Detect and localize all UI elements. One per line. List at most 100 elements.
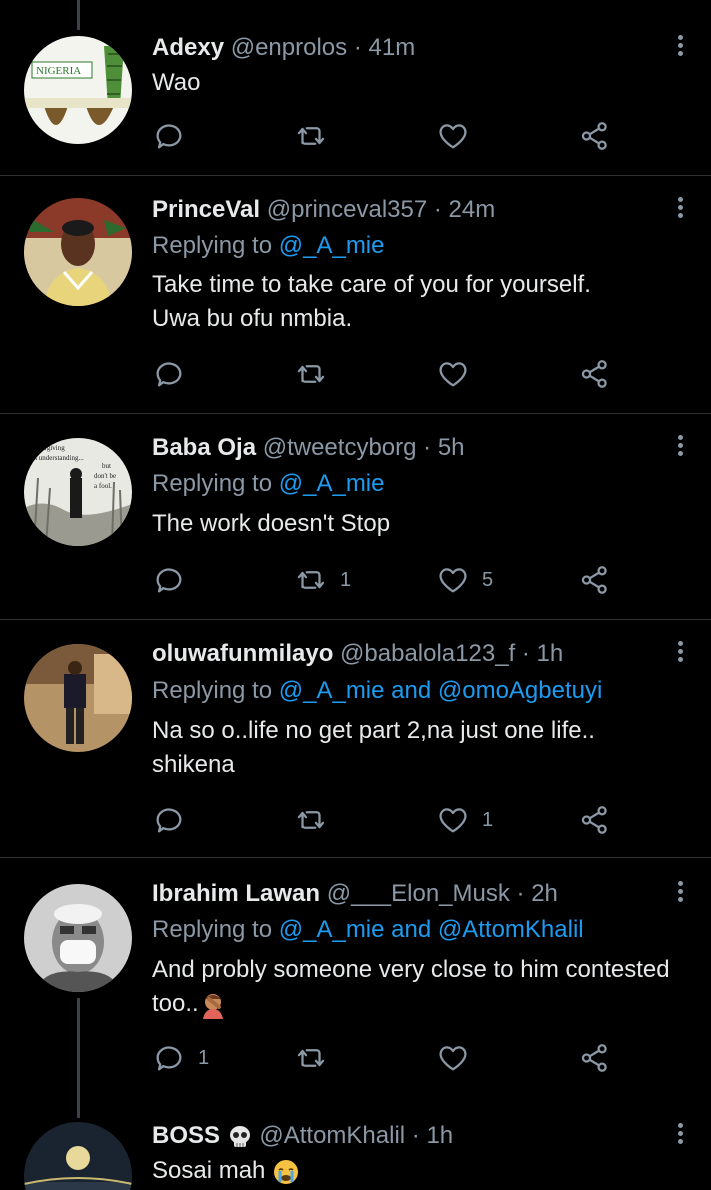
display-name[interactable]: Baba Oja bbox=[152, 434, 256, 461]
display-name[interactable]: PrinceVal bbox=[152, 196, 260, 223]
more-icon[interactable] bbox=[668, 194, 692, 222]
avatar-quote-line: a fool. bbox=[94, 482, 112, 490]
handle[interactable]: @tweetcyborg bbox=[263, 434, 417, 461]
mention-link[interactable]: @_A_mie and @AttomKhalil bbox=[279, 916, 584, 943]
quote-sketch-avatar[interactable]: I'm forgiving I'm understanding... but d… bbox=[24, 438, 132, 546]
mention-link[interactable]: @_A_mie bbox=[279, 232, 385, 259]
separator: · bbox=[353, 34, 362, 61]
separator: · bbox=[433, 196, 442, 223]
display-name[interactable]: Adexy bbox=[152, 34, 224, 61]
nigeria-map-avatar[interactable]: NIGERIA bbox=[24, 36, 132, 144]
tweet-actions bbox=[152, 118, 632, 154]
display-name[interactable]: oluwafunmilayo bbox=[152, 640, 333, 667]
handle[interactable]: @AttomKhalil bbox=[259, 1122, 405, 1149]
timestamp[interactable]: 1h bbox=[537, 640, 564, 667]
separator: · bbox=[423, 434, 432, 461]
reply-icon bbox=[156, 808, 182, 833]
tweet-text-content: Sosai mah bbox=[152, 1157, 266, 1184]
reply-icon bbox=[156, 124, 182, 149]
retweet-button[interactable] bbox=[294, 802, 328, 838]
more-icon[interactable] bbox=[668, 878, 692, 906]
crying-emoji bbox=[274, 1159, 299, 1184]
handle[interactable]: @princeval357 bbox=[267, 196, 427, 223]
share-button[interactable] bbox=[578, 356, 612, 392]
avatar-quote-line: but bbox=[102, 462, 111, 470]
tweet-text: And probly someone very close to him con… bbox=[152, 953, 697, 1021]
reply-icon bbox=[156, 362, 182, 387]
skull-emoji bbox=[229, 1125, 250, 1147]
tweet-header: BOSS @AttomKhalil · 1h bbox=[152, 1122, 453, 1150]
like-icon bbox=[439, 808, 467, 833]
avatar-quote-line: I'm forgiving bbox=[28, 444, 65, 452]
mention-link[interactable]: @_A_mie and @omoAgbetuyi bbox=[279, 677, 603, 704]
timestamp[interactable]: 1h bbox=[426, 1122, 453, 1149]
tweet-actions bbox=[152, 356, 632, 392]
like-button[interactable] bbox=[436, 1040, 470, 1076]
facepalm-emoji bbox=[202, 993, 223, 1019]
replying-to: Replying to @_A_mie bbox=[152, 470, 385, 498]
more-icon[interactable] bbox=[668, 32, 692, 60]
like-button[interactable] bbox=[436, 356, 470, 392]
tweet-ibrahim-lawan[interactable]: Ibrahim Lawan @___Elon_Musk · 2h Replyin… bbox=[0, 858, 711, 1098]
reply-button[interactable] bbox=[152, 356, 186, 392]
timestamp[interactable]: 2h bbox=[531, 880, 558, 907]
more-icon[interactable] bbox=[668, 638, 692, 666]
share-button[interactable] bbox=[578, 118, 612, 154]
share-icon bbox=[581, 1044, 607, 1072]
reply-icon bbox=[156, 1046, 182, 1071]
timestamp[interactable]: 24m bbox=[449, 196, 496, 223]
reply-button[interactable] bbox=[152, 802, 186, 838]
man-portrait-avatar[interactable] bbox=[24, 198, 132, 306]
reply-button[interactable]: 1 bbox=[152, 1040, 209, 1076]
display-name[interactable]: BOSS bbox=[152, 1122, 220, 1149]
retweet-icon bbox=[297, 365, 325, 383]
tweet-adexy[interactable]: NIGERIA Adexy @enprolos · 41m Wao bbox=[0, 14, 711, 176]
display-name[interactable]: Ibrahim Lawan bbox=[152, 880, 320, 907]
tweet-text-content: And probly someone very close to him con… bbox=[152, 956, 670, 1017]
tweet-actions: 1 bbox=[152, 802, 632, 838]
timestamp[interactable]: 5h bbox=[438, 434, 465, 461]
retweet-icon bbox=[297, 571, 325, 589]
retweet-icon bbox=[297, 127, 325, 145]
retweet-icon bbox=[297, 1049, 325, 1067]
replying-prefix: Replying to bbox=[152, 677, 273, 704]
share-button[interactable] bbox=[578, 802, 612, 838]
tweet-header: Baba Oja @tweetcyborg · 5h bbox=[152, 434, 465, 462]
tweet-oluwafunmilayo[interactable]: oluwafunmilayo @babalola123_f · 1h Reply… bbox=[0, 620, 711, 858]
replying-to: Replying to @_A_mie and @AttomKhalil bbox=[152, 916, 584, 944]
retweet-icon bbox=[297, 811, 325, 829]
tweet-princeval[interactable]: PrinceVal @princeval357 · 24m Replying t… bbox=[0, 176, 711, 414]
like-icon bbox=[439, 124, 467, 149]
retweet-button[interactable] bbox=[294, 356, 328, 392]
moon-avatar[interactable] bbox=[24, 1122, 132, 1190]
more-icon[interactable] bbox=[668, 1120, 692, 1148]
share-button[interactable] bbox=[578, 562, 612, 598]
like-icon bbox=[439, 568, 467, 593]
like-button[interactable] bbox=[436, 118, 470, 154]
tweet-text: Sosai mah bbox=[152, 1154, 697, 1188]
reply-count: 1 bbox=[198, 1046, 210, 1069]
tweet-boss[interactable]: BOSS @AttomKhalil · 1h Sosai mah bbox=[0, 1098, 711, 1190]
masked-man-avatar[interactable] bbox=[24, 884, 132, 992]
handle[interactable]: @___Elon_Musk bbox=[327, 880, 510, 907]
share-icon bbox=[581, 122, 607, 150]
reply-button[interactable] bbox=[152, 562, 186, 598]
tweet-header: Ibrahim Lawan @___Elon_Musk · 2h bbox=[152, 880, 558, 908]
like-button[interactable]: 5 bbox=[436, 562, 493, 598]
tweet-baba-oja[interactable]: I'm forgiving I'm understanding... but d… bbox=[0, 414, 711, 620]
retweet-button[interactable]: 1 bbox=[294, 562, 351, 598]
handle[interactable]: @enprolos bbox=[231, 34, 347, 61]
like-button[interactable]: 1 bbox=[436, 802, 493, 838]
retweet-button[interactable] bbox=[294, 1040, 328, 1076]
person-standing-avatar[interactable] bbox=[24, 644, 132, 752]
share-button[interactable] bbox=[578, 1040, 612, 1076]
share-icon bbox=[581, 806, 607, 834]
mention-link[interactable]: @_A_mie bbox=[279, 470, 385, 497]
retweet-button[interactable] bbox=[294, 118, 328, 154]
like-count: 5 bbox=[482, 568, 494, 591]
reply-button[interactable] bbox=[152, 118, 186, 154]
handle[interactable]: @babalola123_f bbox=[340, 640, 515, 667]
timestamp[interactable]: 41m bbox=[369, 34, 416, 61]
more-icon[interactable] bbox=[668, 432, 692, 460]
avatar-quote-line: don't be bbox=[94, 472, 116, 480]
